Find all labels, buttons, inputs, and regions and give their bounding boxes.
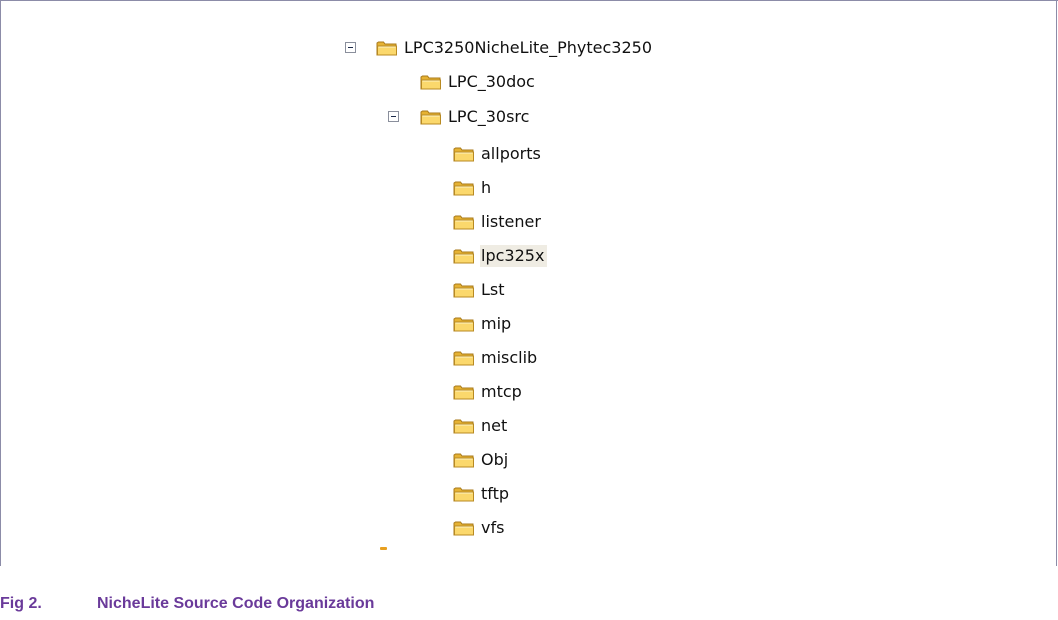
folder-icon [420,75,441,90]
frame-left-border [0,0,1,566]
tree-node-label: mtcp [481,382,522,401]
tree-node-allports[interactable]: allports [453,143,544,165]
tree-node-label: allports [481,144,541,163]
tree-node-mip[interactable]: mip [453,313,514,335]
tree-node-obj[interactable]: Obj [453,449,511,471]
tree-node-mtcp[interactable]: mtcp [453,381,525,403]
tree-node-lst[interactable]: Lst [453,279,508,301]
folder-icon [453,181,474,196]
tree-node-h[interactable]: h [453,177,494,199]
tree-node-tftp[interactable]: tftp [453,483,512,505]
document-page: LPC3250NicheLite_Phytec3250 LPC_30doc LP… [0,0,1058,620]
tree-node-label: Lst [481,280,505,299]
tree-node-label: vfs [481,518,505,537]
tree-node-label: LPC3250NicheLite_Phytec3250 [404,38,653,57]
figure-number: Fig 2. [0,595,42,612]
folder-icon [453,453,474,468]
tree-node-label: LPC_30doc [448,72,535,91]
folder-icon [453,385,474,400]
tree-node-listener[interactable]: listener [453,211,544,233]
collapse-minus-icon[interactable] [388,111,399,122]
folder-icon [453,351,474,366]
tree-node-label: h [481,178,492,197]
tree-node-lpc325x[interactable]: lpc325x [453,245,548,267]
folder-icon [453,317,474,332]
figure-title: NicheLite Source Code Organization [97,595,375,612]
tree-node-doc-folder[interactable]: LPC_30doc [420,71,538,93]
folder-icon [453,521,474,536]
tree-node-label: listener [481,212,541,231]
figure-caption: Fig 2. NicheLite Source Code Organizatio… [0,592,374,616]
tree-node-label: mip [481,314,512,333]
tree-node-label: Obj [481,450,509,469]
tree-node-label: net [481,416,508,435]
folder-tree-screenshot: LPC3250NicheLite_Phytec3250 LPC_30doc LP… [322,30,744,550]
folder-icon [453,419,474,434]
tree-node-src-folder[interactable]: LPC_30src [420,106,532,128]
folder-icon [453,215,474,230]
folder-icon [376,41,397,56]
folder-icon [420,110,441,125]
tree-node-net[interactable]: net [453,415,510,437]
tree-node-label: misclib [481,348,538,367]
tree-node-misclib[interactable]: misclib [453,347,540,369]
folder-icon [453,249,474,264]
folder-icon [453,283,474,298]
tree-node-vfs[interactable]: vfs [453,517,507,539]
collapse-minus-icon[interactable] [345,42,356,53]
tree-node-label: LPC_30src [448,107,530,126]
frame-right-border [1056,0,1057,566]
folder-icon [453,487,474,502]
folder-icon [453,147,474,162]
tree-node-label-selected: lpc325x [480,245,548,267]
tree-node-root[interactable]: LPC3250NicheLite_Phytec3250 [376,37,655,59]
frame-top-border [0,0,1058,1]
cropped-folder-icon-fragment [380,547,387,550]
tree-node-label: tftp [481,484,510,503]
